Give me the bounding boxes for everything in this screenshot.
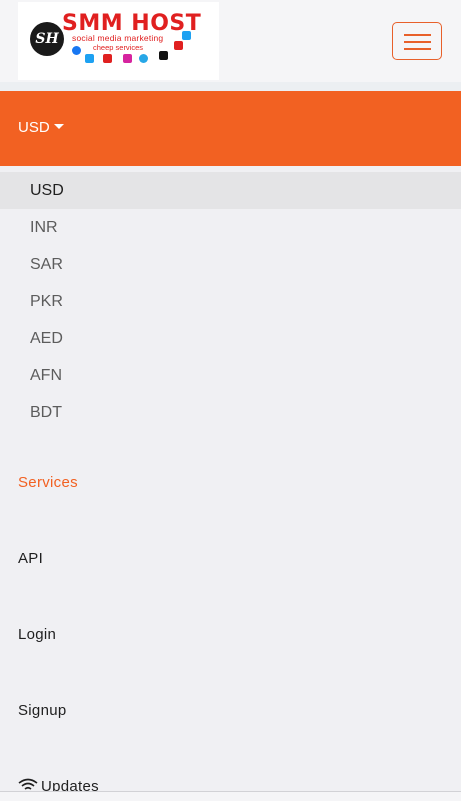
logo-subtitle: cheep services: [93, 43, 144, 52]
currency-option-pkr[interactable]: PKR: [0, 283, 461, 320]
broadcast-icon: [18, 778, 38, 790]
nav-api-link[interactable]: API: [18, 549, 43, 569]
nav-services-link[interactable]: Services: [18, 473, 78, 493]
nav-login-link[interactable]: Login: [18, 625, 56, 645]
facebook-icon: [72, 46, 81, 55]
currency-option-inr[interactable]: INR: [0, 209, 461, 246]
telegram-icon: [139, 54, 148, 63]
currency-option-afn[interactable]: AFN: [0, 357, 461, 394]
hamburger-icon: [404, 34, 431, 36]
tiktok-icon: [159, 51, 168, 60]
currency-option-usd[interactable]: USD: [0, 172, 461, 209]
top-navbar: SH SMM HOST social media marketing cheep…: [0, 0, 461, 82]
youtube-icon: [174, 41, 183, 50]
currency-option-sar[interactable]: SAR: [0, 246, 461, 283]
nav-signup-link[interactable]: Signup: [18, 701, 67, 721]
selected-currency: USD: [18, 119, 50, 136]
instagram-icon: [123, 54, 132, 63]
logo-badge: SH: [30, 22, 64, 56]
logo-tagline: social media marketing: [72, 33, 164, 43]
hamburger-icon-bar: [404, 48, 431, 50]
twitter-icon: [85, 54, 94, 63]
caret-down-icon: [53, 124, 64, 129]
twitter-icon: [182, 31, 191, 40]
site-logo[interactable]: SH SMM HOST social media marketing cheep…: [18, 2, 219, 80]
menu-toggle-button[interactable]: [392, 22, 442, 60]
currency-bar: USD: [0, 91, 461, 166]
currency-option-aed[interactable]: AED: [0, 320, 461, 357]
navbar-divider: [0, 82, 461, 91]
youtube-icon: [103, 54, 112, 63]
currency-dropdown-toggle[interactable]: USD: [18, 118, 64, 138]
hamburger-icon-bar: [404, 41, 431, 43]
currency-option-bdt[interactable]: BDT: [0, 394, 461, 431]
currency-dropdown-menu: USD INR SAR PKR AED AFN BDT: [0, 172, 461, 431]
